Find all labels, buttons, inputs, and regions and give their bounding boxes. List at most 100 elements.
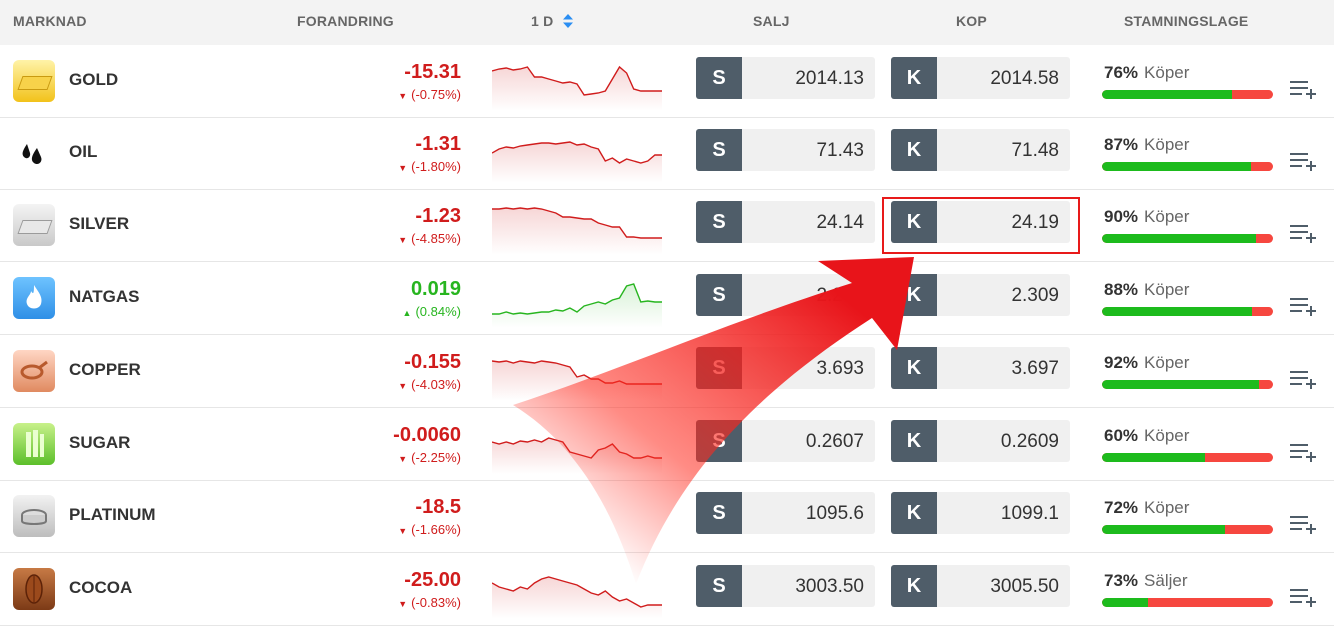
change-value: -1.31 — [415, 133, 461, 155]
sell-button[interactable]: S 3.693 — [696, 347, 875, 389]
market-name[interactable]: SUGAR — [69, 433, 130, 453]
buy-button[interactable]: K 2014.58 — [891, 57, 1070, 99]
market-name[interactable]: OIL — [69, 142, 97, 162]
change-value: -15.31 — [404, 61, 461, 83]
market-row[interactable]: OIL -1.31 ▼ (-1.80%) S 71.43 K 71.48 87% Köper — [0, 117, 1334, 190]
buy-button[interactable]: K 3005.50 — [891, 565, 1070, 607]
change-value: 0.019 — [410, 278, 461, 300]
add-to-list-icon[interactable] — [1290, 151, 1318, 171]
sell-button[interactable]: S 2.290 — [696, 274, 875, 316]
market-row[interactable]: GOLD -15.31 ▼ (-0.75%) S 2014.13 K 2014.58 76% Kö… — [0, 45, 1334, 118]
sell-tag: S — [696, 565, 742, 607]
change-percent: ▼ (-2.25%) — [398, 450, 461, 465]
sort-icon[interactable] — [563, 14, 574, 29]
add-to-list-icon[interactable] — [1290, 587, 1318, 607]
triangle-down-icon: ▼ — [398, 454, 408, 464]
sell-tag: S — [696, 420, 742, 462]
market-name[interactable]: COCOA — [69, 578, 132, 598]
sentiment-label: Köper — [1144, 63, 1190, 82]
buy-button[interactable]: K 71.48 — [891, 129, 1070, 171]
sentiment-bar-fill — [1102, 234, 1256, 243]
change-percent: ▼ (-0.75%) — [398, 87, 461, 102]
add-to-list-icon[interactable] — [1290, 296, 1318, 316]
sparkline-area — [492, 438, 662, 474]
change-percent-text: (-1.66%) — [411, 522, 461, 537]
add-to-list-icon[interactable] — [1290, 369, 1318, 389]
sell-button[interactable]: S 3003.50 — [696, 565, 875, 607]
column-header-buy[interactable]: KOP — [956, 13, 987, 29]
period-label: 1 D — [531, 13, 554, 29]
sentiment-bar — [1102, 234, 1273, 243]
buy-price: 3005.50 — [990, 576, 1059, 597]
column-header-market[interactable]: MARKNAD — [13, 13, 87, 29]
column-header-change[interactable]: FORANDRING — [297, 13, 394, 29]
change-value: -0.0060 — [393, 424, 461, 446]
sell-price: 24.14 — [816, 212, 864, 233]
sell-tag: S — [696, 492, 742, 534]
buy-button[interactable]: K 3.697 — [891, 347, 1070, 389]
sentiment-bar-fill — [1102, 598, 1149, 607]
sell-price: 3.693 — [816, 358, 864, 379]
sparkline-chart — [492, 207, 662, 255]
buy-tag: K — [891, 347, 937, 389]
buy-tag: K — [891, 565, 937, 607]
market-name[interactable]: COPPER — [69, 360, 141, 380]
sell-button[interactable]: S 1095.6 — [696, 492, 875, 534]
sentiment-text: 90% Köper — [1104, 207, 1189, 227]
buy-button[interactable]: K 1099.1 — [891, 492, 1070, 534]
buy-price: 71.48 — [1011, 140, 1059, 161]
column-header-sentiment[interactable]: STAMNINGSLAGE — [1124, 13, 1248, 29]
triangle-down-icon: ▼ — [398, 235, 408, 245]
sentiment-label: Köper — [1144, 426, 1190, 445]
sentiment-text: 92% Köper — [1104, 353, 1189, 373]
sentiment-bar-fill — [1102, 380, 1260, 389]
sell-button[interactable]: S 2014.13 — [696, 57, 875, 99]
column-header-period[interactable]: 1 D — [531, 13, 574, 29]
sell-price: 1095.6 — [805, 503, 864, 524]
add-to-list-icon[interactable] — [1290, 514, 1318, 534]
market-row[interactable]: SUGAR -0.0060 ▼ (-2.25%) S 0.2607 K 0.2609 60% Kö… — [0, 408, 1334, 481]
market-row[interactable]: SILVER -1.23 ▼ (-4.85%) S 24.14 K 24.19 90% Köper — [0, 189, 1334, 262]
sentiment-text: 60% Köper — [1104, 426, 1189, 446]
add-to-list-icon[interactable] — [1290, 442, 1318, 462]
sell-button[interactable]: S 0.2607 — [696, 420, 875, 462]
buy-tag: K — [891, 57, 937, 99]
buy-price: 2014.58 — [990, 68, 1059, 89]
sentiment-text: 73% Säljer — [1104, 571, 1188, 591]
market-row[interactable]: PLATINUM -18.5 ▼ (-1.66%) S 1095.6 K 1099.1 72% K… — [0, 480, 1334, 553]
market-name[interactable]: NATGAS — [69, 287, 140, 307]
market-name[interactable]: SILVER — [69, 214, 129, 234]
change-percent-text: (-4.03%) — [411, 377, 461, 392]
sparkline-area — [492, 577, 662, 619]
add-to-list-icon[interactable] — [1290, 79, 1318, 99]
sentiment-percent: 90% — [1104, 207, 1139, 226]
change-percent: ▼ (-4.85%) — [398, 231, 461, 246]
sell-button[interactable]: S 24.14 — [696, 201, 875, 243]
sentiment-label: Köper — [1144, 498, 1190, 517]
market-name[interactable]: PLATINUM — [69, 505, 156, 525]
market-name[interactable]: GOLD — [69, 70, 118, 90]
change-value: -25.00 — [404, 569, 461, 591]
buy-button[interactable]: K 0.2609 — [891, 420, 1070, 462]
add-to-list-icon[interactable] — [1290, 223, 1318, 243]
market-row[interactable]: COCOA -25.00 ▼ (-0.83%) S 3003.50 K 3005.50 73% S… — [0, 553, 1334, 626]
sentiment-percent: 76% — [1104, 63, 1139, 82]
buy-tag: K — [891, 129, 937, 171]
sentiment-text: 76% Köper — [1104, 63, 1189, 83]
buy-price: 2.309 — [1011, 285, 1059, 306]
sell-tag: S — [696, 129, 742, 171]
change-percent: ▼ (-1.66%) — [398, 522, 461, 537]
sentiment-text: 87% Köper — [1104, 135, 1189, 155]
sell-button[interactable]: S 71.43 — [696, 129, 875, 171]
sentiment-label: Köper — [1144, 353, 1190, 372]
change-percent-text: (-0.75%) — [411, 87, 461, 102]
column-header-sell[interactable]: SALJ — [753, 13, 790, 29]
change-value: -18.5 — [415, 496, 461, 518]
sentiment-percent: 73% — [1104, 571, 1139, 590]
change-percent-text: (-2.25%) — [411, 450, 461, 465]
sell-tag: S — [696, 274, 742, 316]
market-row[interactable]: NATGAS 0.019 ▲ (0.84%) S 2.290 K 2.309 88% Köper — [0, 262, 1334, 335]
change-value: -0.155 — [404, 351, 461, 373]
buy-button[interactable]: K 2.309 — [891, 274, 1070, 316]
market-row[interactable]: COPPER -0.155 ▼ (-4.03%) S 3.693 K 3.697 92% Köpe… — [0, 335, 1334, 408]
